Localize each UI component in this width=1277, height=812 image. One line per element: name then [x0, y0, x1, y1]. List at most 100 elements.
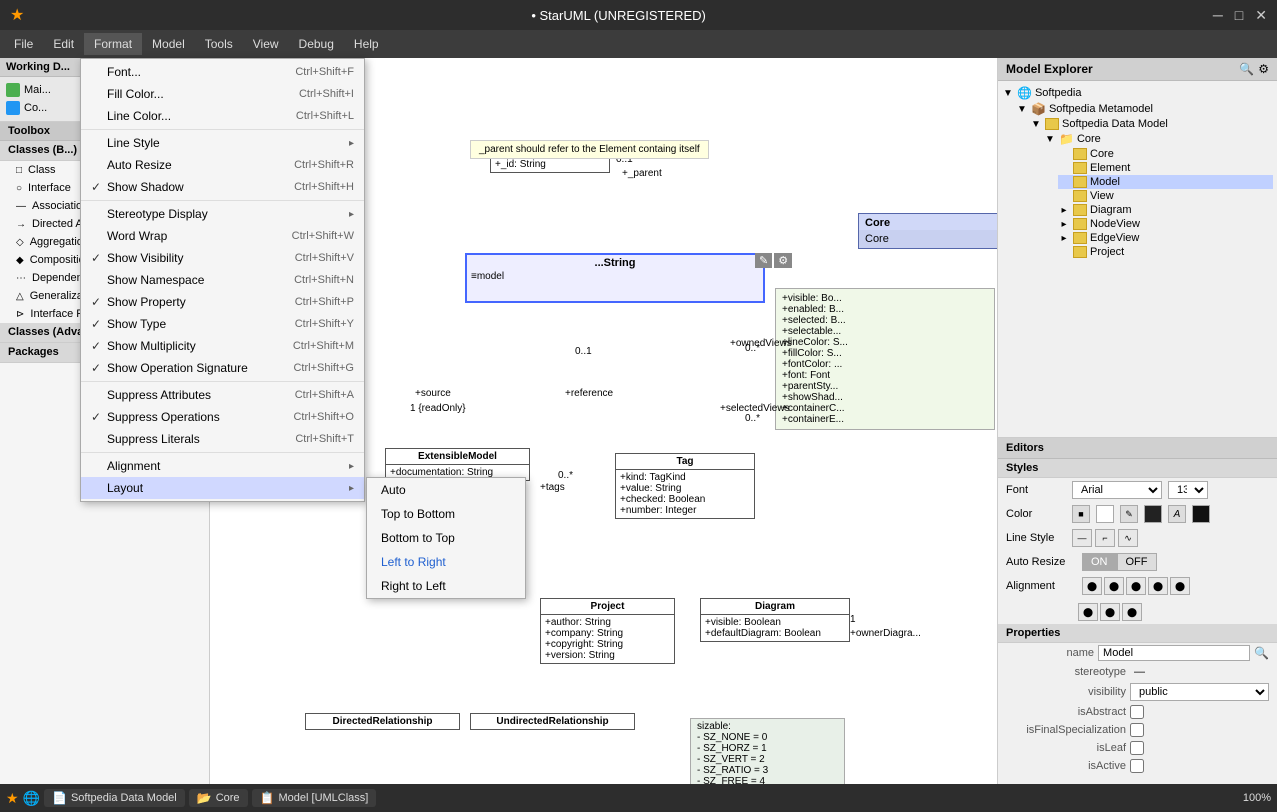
font-select[interactable]: Arial	[1072, 481, 1162, 499]
menu-suppress-lit[interactable]: Suppress Literals Ctrl+Shift+T	[81, 428, 364, 450]
toggle-on[interactable]: ON	[1082, 553, 1117, 571]
menu-show-namespace[interactable]: Show Namespace Ctrl+Shift+N	[81, 269, 364, 291]
menu-layout[interactable]: Layout ▸ Auto Top to Bottom Bottom to To…	[81, 477, 364, 499]
uml-selected-box[interactable]: ...String ≡model	[465, 253, 765, 303]
tree-node-metamodel[interactable]: ▼ 📦 Softpedia Metamodel	[1016, 101, 1273, 117]
uml-project-box[interactable]: Project +author: String +company: String…	[540, 598, 675, 664]
me-search-icon[interactable]: 🔍	[1239, 62, 1254, 76]
menu-file[interactable]: File	[4, 33, 43, 55]
menu-show-shadow[interactable]: ✓ Show Shadow Ctrl+Shift+H	[81, 176, 364, 198]
menu-debug[interactable]: Debug	[289, 33, 344, 55]
linestyle-icon-2[interactable]: ⌐	[1095, 529, 1115, 547]
tree-node-datamodel[interactable]: ▼ Softpedia Data Model	[1030, 117, 1273, 131]
expand-nodeview[interactable]: ▸	[1058, 219, 1070, 230]
prop-isleaf-check[interactable]	[1130, 741, 1144, 755]
tree-node-root[interactable]: ▼ 🌐 Softpedia	[1002, 85, 1273, 101]
tree-node-diagram[interactable]: ▸ Diagram	[1058, 203, 1273, 217]
color-swatch-black[interactable]	[1192, 505, 1210, 523]
layout-right-left[interactable]: Right to Left	[367, 574, 525, 598]
window-controls[interactable]: ─ □ ✕	[1213, 7, 1267, 24]
uml-nodeview-box[interactable]: sizable: - SZ_NONE = 0 - SZ_HORZ = 1 - S…	[690, 718, 845, 784]
status-item-datamodel[interactable]: 📄 Softpedia Data Model	[44, 789, 185, 807]
uml-core-box-2[interactable]: Core	[858, 230, 997, 249]
menu-view[interactable]: View	[243, 33, 289, 55]
uml-diagram-box[interactable]: Diagram +visible: Boolean +defaultDiagra…	[700, 598, 850, 642]
menu-line-style[interactable]: Line Style ▸	[81, 132, 364, 154]
menu-show-visibility[interactable]: ✓ Show Visibility Ctrl+Shift+V	[81, 247, 364, 269]
menu-tools[interactable]: Tools	[195, 33, 243, 55]
menu-auto-resize[interactable]: Auto Resize Ctrl+Shift+R	[81, 154, 364, 176]
prop-isabstract-check[interactable]	[1130, 705, 1144, 719]
uml-undirected-box[interactable]: UndirectedRelationship	[470, 713, 635, 730]
menu-suppress-op[interactable]: ✓ Suppress Operations Ctrl+Shift+O	[81, 406, 364, 428]
menu-model[interactable]: Model	[142, 33, 195, 55]
uml-tag-box[interactable]: Tag +kind: TagKind +value: String +check…	[615, 453, 755, 519]
expand-core[interactable]: ▼	[1044, 134, 1056, 145]
menu-suppress-attr[interactable]: Suppress Attributes Ctrl+Shift+A	[81, 384, 364, 406]
status-item-core[interactable]: 📂 Core	[189, 789, 248, 807]
status-globe-icon[interactable]: 🌐	[23, 790, 40, 807]
prop-isfinal-check[interactable]	[1130, 723, 1144, 737]
menu-show-type[interactable]: ✓ Show Type Ctrl+Shift+Y	[81, 313, 364, 335]
layout-top-bottom[interactable]: Top to Bottom	[367, 502, 525, 526]
prop-isactive-check[interactable]	[1130, 759, 1144, 773]
prop-name-input[interactable]	[1098, 645, 1250, 661]
layout-left-right[interactable]: Left to Right	[367, 550, 525, 574]
status-item-model[interactable]: 📋 Model [UMLClass]	[252, 789, 377, 807]
align-right-icon[interactable]: ⬤	[1126, 577, 1146, 595]
color-swatch-dark[interactable]	[1144, 505, 1162, 523]
status-logo-icon[interactable]: ★	[6, 790, 19, 807]
align-center-icon[interactable]: ⬤	[1104, 577, 1124, 595]
menu-fill-color[interactable]: Fill Color... Ctrl+Shift+I	[81, 83, 364, 105]
menu-edit[interactable]: Edit	[43, 33, 84, 55]
align-top-icon[interactable]: ⬤	[1148, 577, 1168, 595]
linestyle-icon-3[interactable]: ∿	[1118, 529, 1138, 547]
expand-diagram[interactable]: ▸	[1058, 205, 1070, 216]
expand-root[interactable]: ▼	[1002, 88, 1014, 99]
prop-visibility-select[interactable]: public private protected	[1130, 683, 1269, 701]
menu-show-property[interactable]: ✓ Show Property Ctrl+Shift+P	[81, 291, 364, 313]
color-swatch-white[interactable]	[1096, 505, 1114, 523]
tree-node-project[interactable]: Project	[1058, 245, 1273, 259]
align-left-icon[interactable]: ⬤	[1082, 577, 1102, 595]
color-icon-A[interactable]: A	[1168, 505, 1186, 523]
tree-node-element[interactable]: Element	[1058, 161, 1273, 175]
uml-directed-box[interactable]: DirectedRelationship	[305, 713, 460, 730]
expand-edgeview[interactable]: ▸	[1058, 233, 1070, 244]
expand-datamodel[interactable]: ▼	[1030, 119, 1042, 130]
menu-line-color[interactable]: Line Color... Ctrl+Shift+L	[81, 105, 364, 127]
close-icon[interactable]: ✕	[1255, 7, 1267, 24]
settings-icon[interactable]: ⚙	[774, 253, 792, 268]
tree-node-view[interactable]: View	[1058, 189, 1273, 203]
align-middle-icon[interactable]: ⬤	[1170, 577, 1190, 595]
minimize-icon[interactable]: ─	[1213, 7, 1223, 24]
menu-show-multiplicity[interactable]: ✓ Show Multiplicity Ctrl+Shift+M	[81, 335, 364, 357]
menu-format[interactable]: Format	[84, 33, 142, 55]
color-icon-1[interactable]: ■	[1072, 505, 1090, 523]
layout-auto[interactable]: Auto	[367, 478, 525, 502]
color-icon-pencil[interactable]: ✎	[1120, 505, 1138, 523]
tree-node-core[interactable]: ▼ 📁 Core	[1044, 131, 1273, 147]
menu-alignment[interactable]: Alignment ▸	[81, 455, 364, 477]
align-bottom-icon[interactable]: ⬤	[1078, 603, 1098, 621]
expand-metamodel[interactable]: ▼	[1016, 104, 1028, 115]
layout-bottom-top[interactable]: Bottom to Top	[367, 526, 525, 550]
align-spacing-v-icon[interactable]: ⬤	[1122, 603, 1142, 621]
tree-node-edgeview[interactable]: ▸ EdgeView	[1058, 231, 1273, 245]
prop-name-search-icon[interactable]: 🔍	[1254, 646, 1269, 660]
font-size-select[interactable]: 13	[1168, 481, 1208, 499]
tree-node-nodeview[interactable]: ▸ NodeView	[1058, 217, 1273, 231]
linestyle-icon-1[interactable]: —	[1072, 529, 1092, 547]
align-spacing-h-icon[interactable]: ⬤	[1100, 603, 1120, 621]
menu-help[interactable]: Help	[344, 33, 389, 55]
me-settings-icon[interactable]: ⚙	[1258, 62, 1269, 76]
menu-stereotype-display[interactable]: Stereotype Display ▸	[81, 203, 364, 225]
toggle-off[interactable]: OFF	[1117, 553, 1157, 571]
edit-icon[interactable]: ✎	[755, 253, 772, 268]
menu-show-op-sig[interactable]: ✓ Show Operation Signature Ctrl+Shift+G	[81, 357, 364, 379]
tree-node-model[interactable]: Model	[1058, 175, 1273, 189]
maximize-icon[interactable]: □	[1235, 7, 1243, 24]
tree-node-core-item[interactable]: Core	[1058, 147, 1273, 161]
menu-word-wrap[interactable]: Word Wrap Ctrl+Shift+W	[81, 225, 364, 247]
menu-font[interactable]: Font... Ctrl+Shift+F	[81, 61, 364, 83]
